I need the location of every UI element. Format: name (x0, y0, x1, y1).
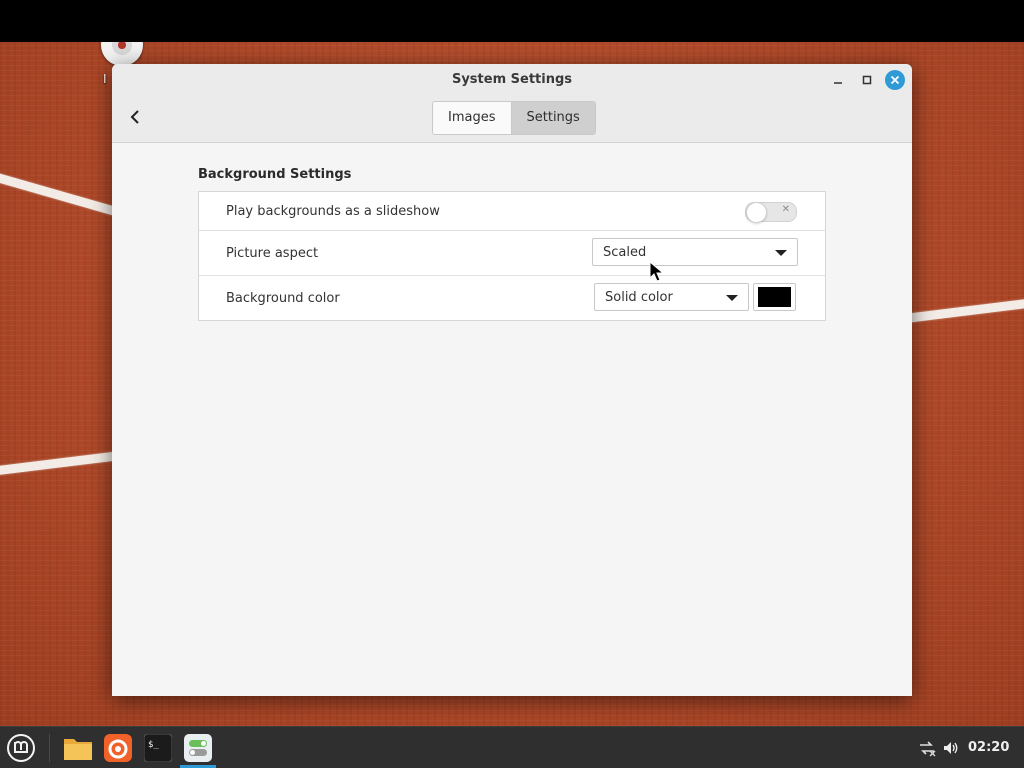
court-line (0, 171, 117, 216)
chevron-left-icon (130, 110, 139, 124)
background-color-label: Background color (226, 290, 340, 306)
titlebar: System Settings Images Settings (112, 64, 912, 143)
toggle-knob (746, 202, 767, 223)
slideshow-label: Play backgrounds as a slideshow (226, 203, 440, 219)
system-settings-window: System Settings Images Settings Backgrou… (112, 64, 912, 696)
mint-menu-icon (7, 734, 35, 762)
terminal-icon: $_ (144, 734, 172, 762)
firefox-icon (104, 734, 132, 762)
section-title: Background Settings (198, 167, 352, 182)
firefox-launcher[interactable] (102, 732, 134, 764)
maximize-button[interactable] (857, 70, 877, 90)
picture-aspect-value: Scaled (603, 244, 647, 260)
picture-aspect-dropdown[interactable]: Scaled (592, 238, 798, 266)
speaker-icon (944, 742, 958, 754)
files-launcher[interactable] (62, 732, 94, 764)
color-swatch (758, 287, 791, 307)
settings-launcher[interactable] (182, 732, 214, 764)
settings-panel: Play backgrounds as a slideshow ✕ Pictur… (198, 191, 826, 321)
court-line (0, 451, 120, 476)
tab-settings[interactable]: Settings (510, 102, 595, 134)
toggle-off-icon: ✕ (781, 204, 790, 215)
settings-toggle-icon (184, 734, 212, 762)
minimize-button[interactable] (828, 70, 848, 90)
dropdown-arrow-icon (726, 295, 738, 301)
clock[interactable]: 02:20 (968, 740, 1009, 755)
mouse-cursor-icon (649, 261, 665, 282)
window-title: System Settings (451, 72, 573, 87)
court-line (904, 298, 1024, 323)
minimize-icon (834, 82, 842, 84)
maximize-icon (862, 75, 872, 85)
svg-text:$_: $_ (148, 740, 159, 750)
color-picker-button[interactable] (753, 283, 796, 311)
tab-images[interactable]: Images (433, 102, 511, 134)
menu-button[interactable] (5, 732, 37, 764)
tab-switcher: Images Settings (432, 101, 596, 135)
folder-icon (64, 739, 92, 760)
slideshow-toggle[interactable]: ✕ (745, 202, 797, 223)
slideshow-row: Play backgrounds as a slideshow ✕ (199, 192, 825, 230)
color-type-dropdown[interactable]: Solid color (594, 283, 749, 311)
volume-tray[interactable] (942, 739, 960, 757)
close-icon (890, 75, 900, 85)
network-tray[interactable] (918, 739, 936, 757)
taskbar: $_ 02:20 (0, 726, 1024, 768)
terminal-launcher[interactable]: $_ (142, 732, 174, 764)
color-type-value: Solid color (605, 289, 673, 305)
close-button[interactable] (885, 70, 905, 90)
picture-aspect-label: Picture aspect (226, 245, 319, 261)
back-button[interactable] (124, 106, 146, 128)
background-color-row: Background color Solid color (199, 275, 825, 320)
taskbar-separator (49, 734, 50, 762)
disc-icon[interactable] (101, 42, 143, 66)
dropdown-arrow-icon (775, 250, 787, 256)
network-disconnected-icon (920, 741, 936, 757)
picture-aspect-row: Picture aspect Scaled (199, 230, 825, 275)
